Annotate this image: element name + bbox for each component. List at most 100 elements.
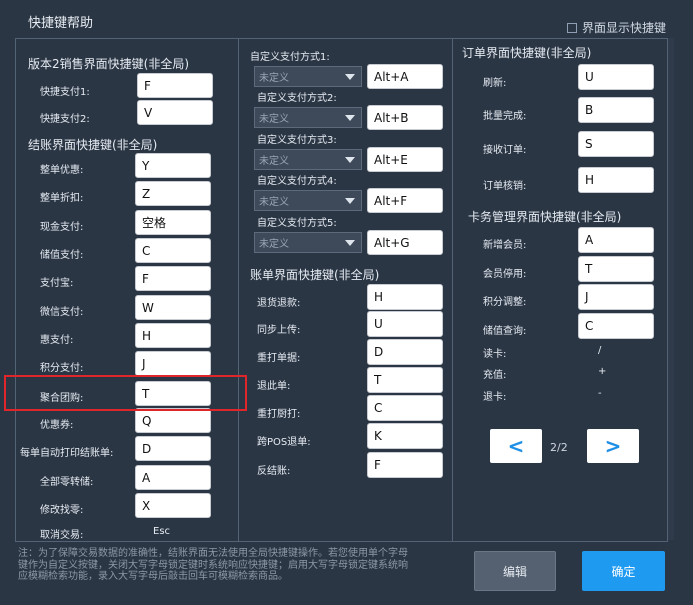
- shortcut-label: 批量完成:: [483, 111, 527, 122]
- dialog-title: 快捷键帮助: [28, 16, 94, 31]
- shortcut-key-input[interactable]: K: [367, 423, 443, 449]
- shortcut-label: 新增会员:: [483, 240, 527, 251]
- shortcut-label: 整单折扣:: [40, 193, 84, 204]
- shortcut-key-input[interactable]: U: [367, 311, 443, 337]
- custom-pay-select[interactable]: 未定义: [254, 107, 362, 128]
- shortcut-key-input[interactable]: S: [578, 131, 654, 157]
- shortcut-key-input[interactable]: F: [367, 452, 443, 478]
- custom-pay-select[interactable]: 未定义: [254, 66, 362, 87]
- shortcut-key-input[interactable]: Q: [135, 408, 211, 433]
- shortcut-label: 每单自动打印结账单:: [20, 448, 114, 459]
- shortcut-label: 微信支付:: [40, 307, 84, 318]
- show-shortcuts-label: 界面显示快捷键: [582, 21, 667, 35]
- shortcut-key-input[interactable]: D: [367, 339, 443, 365]
- shortcut-key-input[interactable]: J: [578, 284, 654, 310]
- shortcut-key-input[interactable]: Alt+E: [367, 147, 443, 172]
- shortcut-key-input[interactable]: Alt+B: [367, 105, 443, 130]
- confirm-button[interactable]: 确定: [582, 551, 665, 591]
- shortcut-key-input[interactable]: A: [578, 227, 654, 253]
- footer-note: 注：为了保障交易数据的准确性，结账界面无法使用全局快捷键操作。若您使用单个字母 …: [18, 548, 468, 583]
- shortcut-label: 支付宝:: [40, 278, 74, 289]
- scrollbar[interactable]: [668, 38, 674, 540]
- shortcut-label: 退此单:: [257, 381, 291, 392]
- select-value: 未定义: [259, 197, 289, 208]
- shortcut-label: 积分调整:: [483, 297, 527, 308]
- cancel-label: 取消交易:: [40, 530, 84, 541]
- shortcut-key-input[interactable]: X: [135, 493, 211, 518]
- section-title-card: 卡务管理界面快捷键(非全局): [468, 210, 622, 224]
- shortcut-label: 同步上传:: [257, 325, 301, 336]
- shortcut-key-input[interactable]: T: [367, 367, 443, 393]
- select-value: 未定义: [259, 114, 289, 125]
- shortcut-key-input[interactable]: C: [135, 238, 211, 263]
- shortcut-key-input[interactable]: D: [135, 436, 211, 461]
- fixed-shortcut-label: 充值:: [483, 370, 507, 381]
- show-shortcuts-toggle[interactable]: 界面显示快捷键: [567, 19, 666, 36]
- highlight-box: [4, 375, 247, 411]
- shortcut-key-input[interactable]: H: [578, 167, 654, 193]
- section-title-sales: 版本2销售界面快捷键(非全局): [28, 57, 189, 71]
- shortcut-label: 优惠券:: [40, 420, 74, 431]
- shortcut-label: 储值支付:: [40, 250, 84, 261]
- fixed-shortcut-label: 退卡:: [483, 392, 507, 403]
- shortcut-key-input[interactable]: H: [135, 323, 211, 348]
- shortcut-label: 快捷支付2:: [40, 114, 90, 125]
- select-value: 未定义: [259, 156, 289, 167]
- shortcut-key-input[interactable]: C: [578, 313, 654, 339]
- fixed-shortcut-value: -: [598, 388, 602, 399]
- shortcut-key-input[interactable]: T: [578, 256, 654, 282]
- chevron-down-icon: [345, 240, 355, 246]
- shortcut-label: 修改找零:: [40, 505, 84, 516]
- shortcut-label: 整单优惠:: [40, 165, 84, 176]
- shortcut-label: 现金支付:: [40, 222, 84, 233]
- shortcut-key-input[interactable]: F: [137, 73, 213, 98]
- shortcut-label: 接收订单:: [483, 145, 527, 156]
- chevron-down-icon: [345, 74, 355, 80]
- shortcut-key-input[interactable]: Alt+F: [367, 188, 443, 213]
- edit-button[interactable]: 编辑: [474, 551, 556, 591]
- fixed-shortcut-value: /: [598, 345, 602, 356]
- section-title-order: 订单界面快捷键(非全局): [462, 46, 592, 60]
- shortcut-key-input[interactable]: B: [578, 97, 654, 123]
- next-page-button[interactable]: >: [587, 429, 639, 463]
- custom-pay-label: 自定义支付方式5:: [257, 218, 337, 229]
- fixed-shortcut-value: +: [598, 366, 607, 377]
- shortcut-key-input[interactable]: Z: [135, 181, 211, 206]
- shortcut-key-input[interactable]: Alt+A: [367, 64, 443, 89]
- chevron-down-icon: [345, 157, 355, 163]
- shortcut-key-input[interactable]: J: [135, 351, 211, 376]
- shortcut-label: 快捷支付1:: [40, 87, 90, 98]
- note-line: 键作为自定义按键，关闭大写字母锁定键时系统响应快捷键；启用大写字母锁定键系统响: [18, 559, 408, 571]
- shortcut-label: 全部零转储:: [40, 477, 94, 488]
- fixed-shortcut-label: 读卡:: [483, 349, 507, 360]
- shortcut-key-input[interactable]: A: [135, 465, 211, 490]
- custom-pay-label: 自定义支付方式2:: [257, 93, 337, 104]
- shortcut-key-input[interactable]: Y: [135, 153, 211, 178]
- shortcut-key-input[interactable]: C: [367, 395, 443, 421]
- custom-pay-select[interactable]: 未定义: [254, 232, 362, 253]
- shortcut-label: 储值查询:: [483, 326, 527, 337]
- shortcut-key-input[interactable]: W: [135, 295, 211, 320]
- shortcut-label: 积分支付:: [40, 363, 84, 374]
- prev-page-button[interactable]: <: [490, 429, 542, 463]
- custom-pay-select[interactable]: 未定义: [254, 190, 362, 211]
- shortcut-label: 退货退款:: [257, 298, 301, 309]
- shortcut-label: 刷新:: [483, 78, 507, 89]
- select-value: 未定义: [259, 73, 289, 84]
- checkbox-icon[interactable]: [567, 22, 577, 33]
- custom-pay-select[interactable]: 未定义: [254, 149, 362, 170]
- shortcut-key-input[interactable]: H: [367, 284, 443, 310]
- shortcut-label: 重打单据:: [257, 353, 301, 364]
- page-indicator: 2/2: [550, 441, 568, 454]
- shortcut-label: 订单核销:: [483, 181, 527, 192]
- note-line: 应模糊检索功能，录入大写字母后敲击回车可模糊检索商品。: [18, 571, 288, 582]
- select-value: 未定义: [259, 239, 289, 250]
- shortcut-key-input[interactable]: U: [578, 64, 654, 90]
- shortcut-key-input[interactable]: V: [137, 100, 213, 125]
- custom-pay-label: 自定义支付方式1:: [250, 52, 330, 63]
- shortcut-key-input[interactable]: 空格: [135, 210, 211, 235]
- shortcut-key-input[interactable]: F: [135, 266, 211, 291]
- custom-pay-label: 自定义支付方式3:: [257, 135, 337, 146]
- note-line: 注：为了保障交易数据的准确性，结账界面无法使用全局快捷键操作。若您使用单个字母: [18, 548, 408, 559]
- shortcut-key-input[interactable]: Alt+G: [367, 230, 443, 255]
